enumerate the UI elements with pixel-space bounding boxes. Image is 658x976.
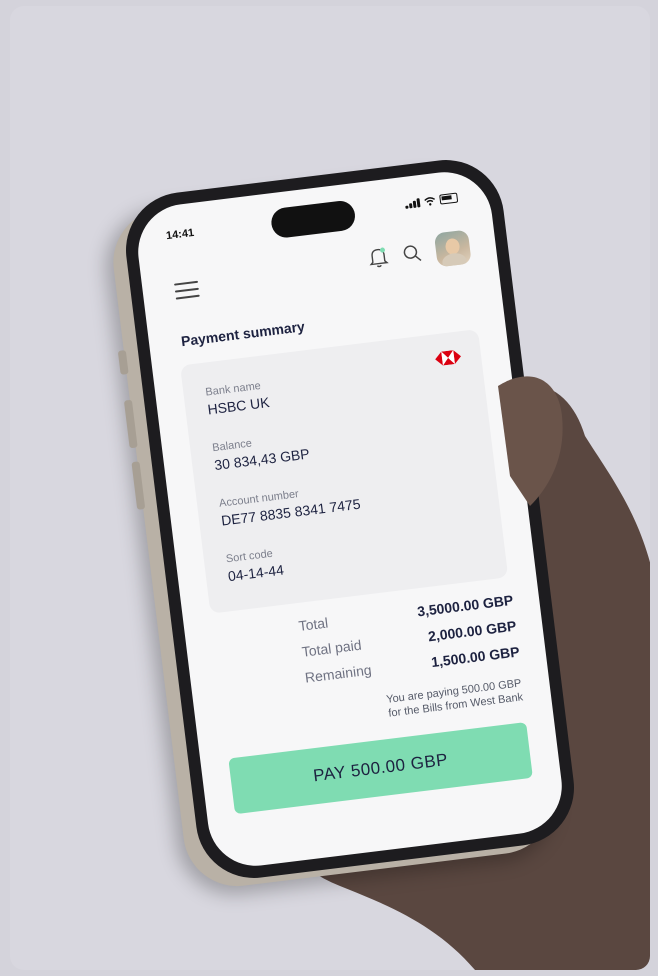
top-actions xyxy=(366,229,472,276)
wifi-icon xyxy=(424,196,435,206)
balance-field: Balance 30 834,43 GBP xyxy=(212,431,311,473)
account-number-field: Account number DE77 8835 8341 7475 xyxy=(218,481,361,529)
sort-code-field: Sort code 04-14-44 xyxy=(225,547,284,585)
bank-name-field: Bank name HSBC UK xyxy=(205,379,271,418)
signal-icon xyxy=(404,197,421,209)
bank-account-card: Bank name HSBC UK Balance 30 834,43 GBP … xyxy=(180,329,509,614)
status-icons xyxy=(404,192,459,209)
remaining-value: 1,500.00 GBP xyxy=(430,643,521,671)
payment-note: You are paying 500.00 GBP for the Bills … xyxy=(352,676,524,725)
status-time: 14:41 xyxy=(165,226,195,243)
hsbc-logo-icon xyxy=(435,350,461,366)
pay-button[interactable]: PAY 500.00 GBP xyxy=(228,722,533,815)
bank-name-value: HSBC UK xyxy=(206,394,271,418)
sort-code-value: 04-14-44 xyxy=(227,561,285,585)
user-avatar[interactable] xyxy=(433,229,472,268)
page-title: Payment summary xyxy=(180,318,306,350)
search-icon[interactable] xyxy=(401,242,423,264)
bell-icon[interactable] xyxy=(367,245,390,269)
photo-frame: 14:41 Payment summary Bank name HSBC UK … xyxy=(10,6,650,970)
dynamic-island xyxy=(269,199,357,240)
battery-icon xyxy=(439,192,459,205)
hamburger-menu-icon[interactable] xyxy=(174,280,200,305)
